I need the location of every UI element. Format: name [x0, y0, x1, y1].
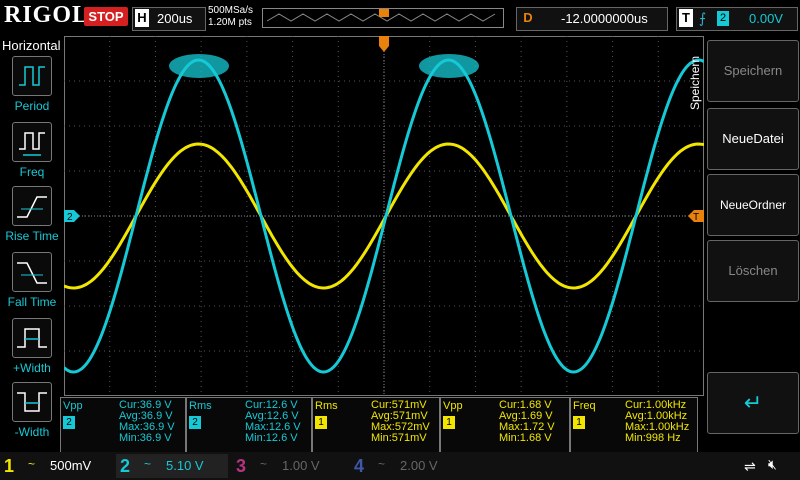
measurement-channel: 1	[443, 416, 455, 429]
measurement-type: Rms	[189, 400, 212, 412]
menu-item-period[interactable]: Period	[0, 56, 64, 113]
menu-item-label: Fall Time	[7, 295, 57, 309]
scope-grid: 2T	[63, 36, 705, 396]
trigger-label: T	[679, 9, 693, 27]
channel-number: 4	[354, 456, 365, 476]
horizontal-timebase-box[interactable]: H 200us	[132, 7, 206, 31]
delay-label: D	[523, 10, 533, 25]
memory-depth: 1.20M pts	[208, 17, 252, 28]
top-status-bar: RIGOL STOP H 200us 500MSa/s 1.20M pts D …	[0, 0, 800, 36]
measurement-vpp-ch2: Vpp 2 Cur:36.9 V Avg:36.9 V Max:36.9 V M…	[60, 397, 186, 455]
channel-status-bar: 1 ~ 500mV 2 ~ 5.10 V 3 ~ 1.00 V 4 ~ 2.00…	[0, 452, 800, 480]
measurement-rms-ch2: Rms 2 Cur:12.6 V Avg:12.6 V Max:12.6 V M…	[186, 397, 312, 455]
sample-info: 500MSa/s 1.20M pts	[208, 5, 253, 29]
right-menu-title: Speichern	[688, 55, 702, 110]
timebase-value: 200us	[157, 11, 193, 26]
channel-4-status[interactable]: 4 ~ 2.00 V	[350, 454, 462, 478]
menu-item-rise-time[interactable]: Rise Time	[0, 186, 64, 243]
delay-box[interactable]: D -12.0000000us	[516, 7, 668, 31]
menu-item-label: +Width	[13, 361, 51, 375]
measurement-min: Min:998 Hz	[625, 432, 681, 444]
ch2-marker-label: 2	[67, 212, 73, 223]
rise-time-icon	[12, 186, 52, 226]
softkey-new-file[interactable]: NeueDatei	[707, 108, 799, 170]
channel-1-status[interactable]: 1 ~ 500mV	[0, 454, 112, 478]
usb-icon: ⇌	[744, 458, 756, 474]
ac-coupling-icon: ~	[28, 457, 36, 471]
trigger-source: 2	[717, 11, 729, 26]
channel-scale: 500mV	[50, 458, 92, 473]
menu-item-pos-width[interactable]: +Width	[0, 318, 64, 375]
measurement-type: Vpp	[443, 400, 463, 412]
trigger-position-strip	[262, 8, 504, 28]
brand-logo: RIGOL	[4, 2, 90, 28]
menu-item-label: -Width	[14, 425, 50, 439]
trigger-strip-wave	[266, 9, 496, 22]
pos-width-icon	[12, 318, 52, 358]
sample-rate: 500MSa/s	[208, 5, 254, 16]
measurement-channel: 1	[573, 416, 585, 429]
channel-scale: 2.00 V	[400, 458, 438, 473]
measurement-type: Vpp	[63, 400, 83, 412]
ac-coupling-icon: ~	[144, 457, 152, 471]
channel-number: 1	[4, 456, 15, 476]
ac-coupling-icon: ~	[260, 457, 268, 471]
softkey-save[interactable]: Speichern	[707, 40, 799, 102]
delay-value: -12.0000000us	[561, 11, 648, 26]
fall-time-icon	[12, 252, 52, 292]
waveform-display[interactable]: 2T	[63, 36, 705, 396]
freq-icon	[12, 122, 52, 162]
ch2-peak-noise	[169, 54, 229, 78]
menu-item-label: Freq	[19, 165, 45, 179]
menu-item-fall-time[interactable]: Fall Time	[0, 252, 64, 309]
mute-icon: 🔇︎	[768, 456, 777, 472]
softkey-new-folder[interactable]: NeueOrdner	[707, 174, 799, 236]
period-icon	[12, 56, 52, 96]
measurement-vpp-ch1: Vpp 1 Cur:1.68 V Avg:1.69 V Max:1.72 V M…	[440, 397, 570, 455]
menu-item-label: Rise Time	[5, 229, 59, 243]
channel-number: 3	[236, 456, 247, 476]
channel-2-status[interactable]: 2 ~ 5.10 V	[116, 454, 228, 478]
ch2-peak-noise	[419, 54, 479, 78]
trigger-level: 0.00V	[749, 11, 783, 26]
channel-3-status[interactable]: 3 ~ 1.00 V	[232, 454, 344, 478]
menu-item-neg-width[interactable]: -Width	[0, 382, 64, 439]
measurement-freq-ch1: Freq 1 Cur:1.00kHz Avg:1.00kHz Max:1.00k…	[570, 397, 698, 455]
right-softkey-menu: Speichern NeueDatei NeueOrdner Löschen ↵	[704, 36, 800, 446]
menu-item-label: Period	[14, 99, 50, 113]
measurement-type: Rms	[315, 400, 338, 412]
run-stop-indicator[interactable]: STOP	[84, 7, 128, 26]
channel-scale: 5.10 V	[166, 458, 204, 473]
channel-number: 2	[120, 456, 131, 476]
channel-scale: 1.00 V	[282, 458, 320, 473]
measurement-type: Freq	[573, 400, 596, 412]
rising-edge-icon: ⨍	[699, 10, 707, 26]
measurement-channel: 2	[189, 416, 201, 429]
neg-width-icon	[12, 382, 52, 422]
measurement-channel: 1	[315, 416, 327, 429]
trigger-box[interactable]: T ⨍ 2 0.00V	[676, 7, 798, 31]
left-menu-title: Horizontal	[2, 38, 61, 53]
softkey-return[interactable]: ↵	[707, 372, 799, 434]
menu-item-freq[interactable]: Freq	[0, 122, 64, 179]
measurement-min: Min:1.68 V	[499, 432, 552, 444]
ac-coupling-icon: ~	[378, 457, 386, 471]
horizontal-label: H	[135, 9, 149, 27]
measurement-min: Min:12.6 V	[245, 432, 298, 444]
measurement-min: Min:571mV	[371, 432, 427, 444]
measurement-rms-ch1: Rms 1 Cur:571mV Avg:571mV Max:572mV Min:…	[312, 397, 440, 455]
softkey-delete[interactable]: Löschen	[707, 240, 799, 302]
trigger-marker-label: T	[693, 212, 699, 223]
measurement-channel: 2	[63, 416, 75, 429]
measurement-min: Min:36.9 V	[119, 432, 172, 444]
